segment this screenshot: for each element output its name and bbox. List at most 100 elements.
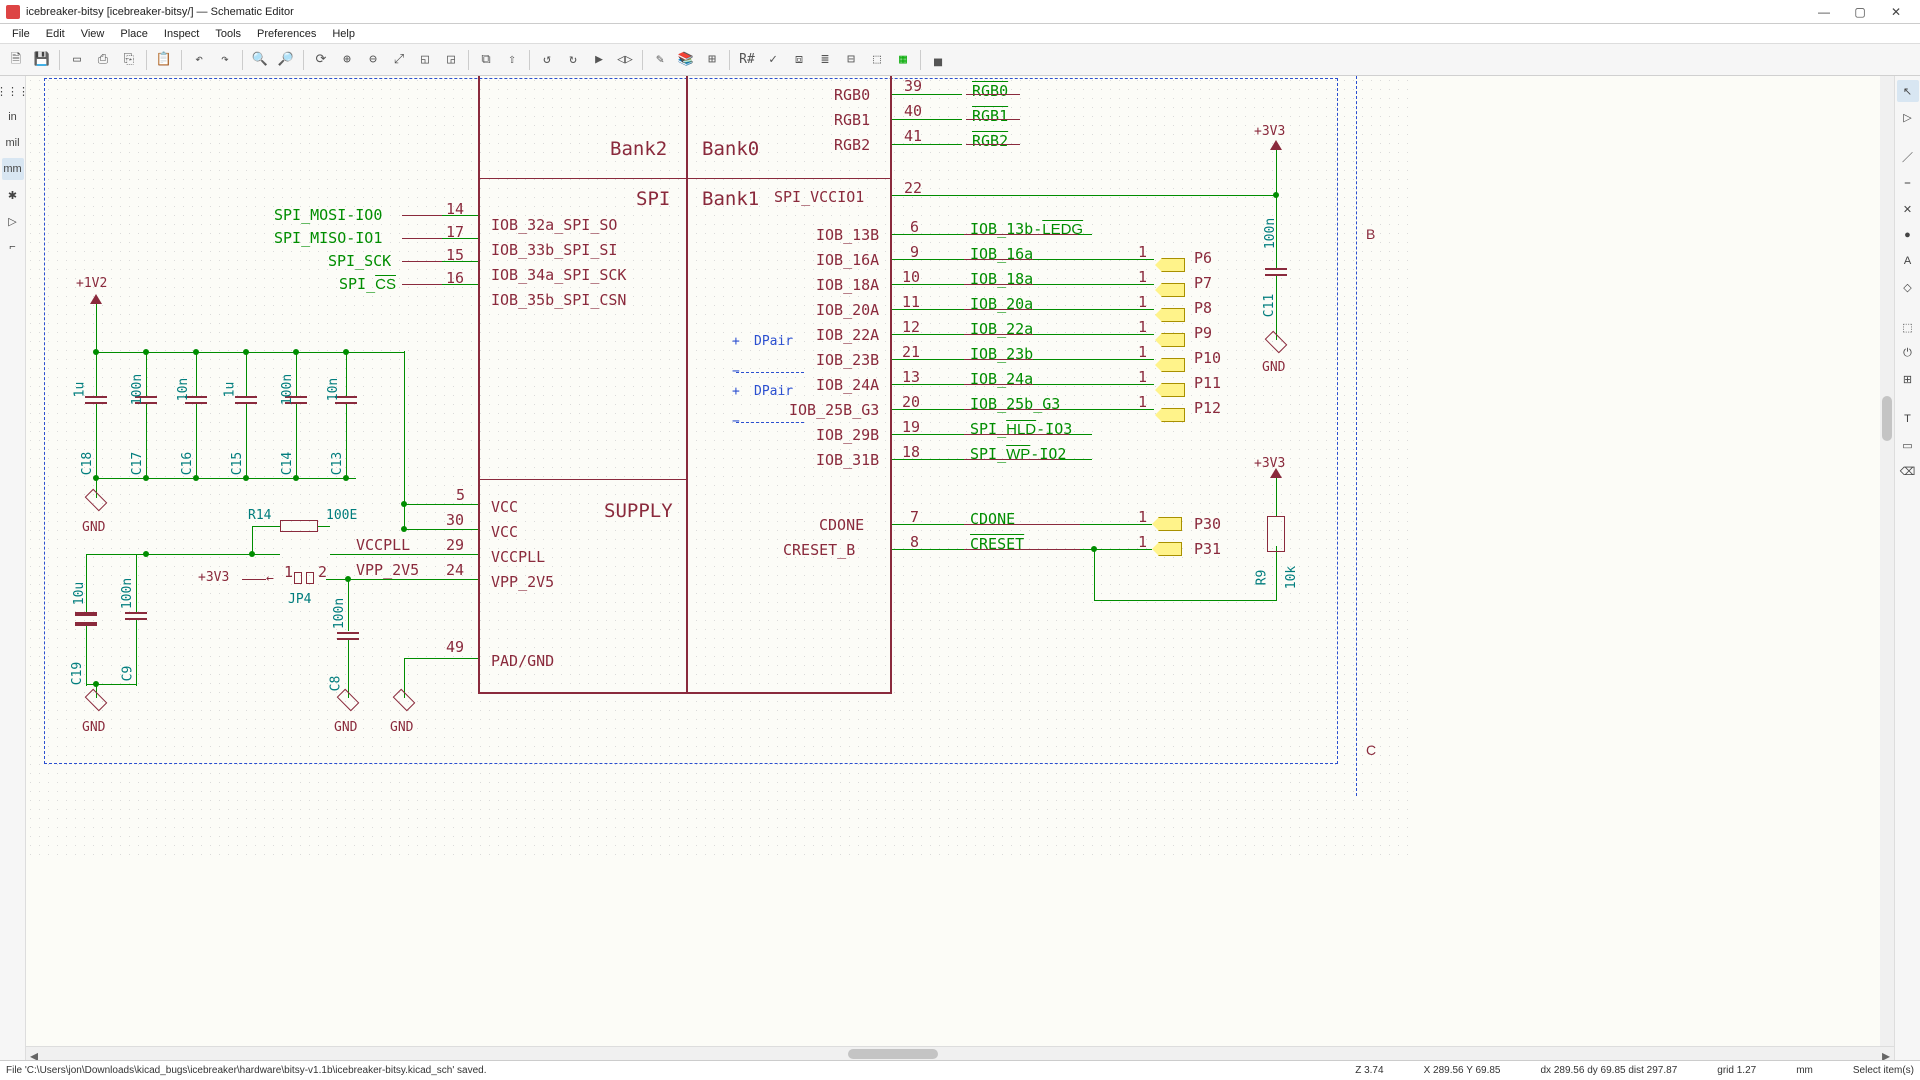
zoom-in-icon[interactable]: ⊕ — [335, 48, 359, 72]
canvas-scroll[interactable]: B C Bank2 Bank0 Bank1 SPI SUPPLY RGB0 RG… — [26, 76, 1894, 1060]
refresh-icon[interactable]: ⟳ — [309, 48, 333, 72]
minimize-button[interactable]: — — [1806, 0, 1842, 24]
r9[interactable] — [1267, 516, 1285, 552]
save-icon[interactable]: 💾 — [30, 48, 54, 72]
bom-export-icon[interactable]: ⬚ — [865, 48, 889, 72]
menu-view[interactable]: View — [73, 26, 113, 42]
units-mil-button[interactable]: mil — [2, 132, 24, 154]
menu-edit[interactable]: Edit — [38, 26, 73, 42]
cursor-style-icon[interactable]: ✱ — [2, 184, 24, 206]
place-hlabel-icon[interactable]: ⬚ — [1897, 316, 1919, 338]
bank1-net: SPI_HLD-IO3 — [970, 420, 1072, 438]
horizontal-scrollbar[interactable]: ◂ ▸ — [26, 1046, 1894, 1060]
undo-icon[interactable]: ↶ — [187, 48, 211, 72]
sym-fields-icon[interactable]: ⊟ — [839, 48, 863, 72]
redo-icon[interactable]: ↷ — [213, 48, 237, 72]
bank1-pin: IOB_16A — [816, 251, 879, 269]
status-message: File 'C:\Users\jon\Downloads\kicad_bugs\… — [6, 1065, 487, 1076]
status-tip: Select item(s) — [1853, 1065, 1914, 1076]
assign-fp-icon[interactable]: ⧈ — [787, 48, 811, 72]
axis-toggle-icon[interactable]: ⌐ — [2, 236, 24, 258]
menu-inspect[interactable]: Inspect — [156, 26, 207, 42]
close-button[interactable]: ✕ — [1878, 0, 1914, 24]
library-browse-icon[interactable]: 📚 — [674, 48, 698, 72]
leave-sheet-icon[interactable]: ⇧ — [500, 48, 524, 72]
paste-icon[interactable]: 📋 — [152, 48, 176, 72]
pcb-icon[interactable]: ▦ — [891, 48, 915, 72]
menu-file[interactable]: File — [4, 26, 38, 42]
bank1-net: IOB_23b — [970, 345, 1033, 363]
bank2-title: Bank2 — [610, 138, 667, 160]
print-icon[interactable]: ⎙ — [91, 48, 115, 72]
place-junction-icon[interactable]: ● — [1897, 224, 1919, 246]
status-dxy: dx 289.56 dy 69.85 dist 297.87 — [1541, 1065, 1678, 1076]
main-toolbar: 🗎 💾 ▭ ⎙ ⎘ 📋 ↶ ↷ 🔍 🔎 ⟳ ⊕ ⊖ ⤢ ◱ ◲ ⧉ ⇧ ↺ ↻ … — [0, 44, 1920, 76]
bank1-title: Bank1 — [702, 188, 759, 210]
bank1-pin: IOB_20A — [816, 301, 879, 319]
zoom-obj-icon[interactable]: ◱ — [413, 48, 437, 72]
place-label-icon[interactable]: A — [1897, 250, 1919, 272]
vcc-3v3-c11 — [1270, 140, 1282, 150]
left-toolbar: ⋮⋮⋮ in mil mm ✱ ▷ ⌐ — [0, 76, 26, 1060]
highlight-net-icon[interactable]: ▷ — [1897, 106, 1919, 128]
run-icon[interactable]: ▶ — [587, 48, 611, 72]
delete-tool-icon[interactable]: ⌫ — [1897, 460, 1919, 482]
status-bar: File 'C:\Users\jon\Downloads\kicad_bugs\… — [0, 1060, 1920, 1080]
rotate-cw-icon[interactable]: ↻ — [561, 48, 585, 72]
maximize-button[interactable]: ▢ — [1842, 0, 1878, 24]
page-frame — [44, 78, 1338, 764]
menu-bar: File Edit View Place Inspect Tools Prefe… — [0, 24, 1920, 44]
units-in-button[interactable]: in — [2, 106, 24, 128]
window-title: icebreaker-bitsy [icebreaker-bitsy/] — S… — [26, 6, 294, 18]
row-label-c: C — [1366, 742, 1430, 758]
footprint-icon[interactable]: ⊞ — [700, 48, 724, 72]
erc-icon[interactable]: ✓ — [761, 48, 785, 72]
mirror-icon[interactable]: ◁▷ — [613, 48, 637, 72]
ic-left — [478, 76, 480, 693]
bank1-net: IOB_24a — [970, 370, 1033, 388]
zoom-out-icon[interactable]: ⊖ — [361, 48, 385, 72]
plot-icon[interactable]: ⎘ — [117, 48, 141, 72]
hidden-pins-icon[interactable]: ▷ — [2, 210, 24, 232]
spi-sck: SPI_SCK — [328, 252, 391, 270]
symbol-editor-icon[interactable]: ✎ — [648, 48, 672, 72]
place-glabel-icon[interactable]: ◇ — [1897, 276, 1919, 298]
grid-toggle-icon[interactable]: ⋮⋮⋮ — [2, 80, 24, 102]
place-bus-icon[interactable]: ⎯ — [1897, 172, 1919, 194]
menu-tools[interactable]: Tools — [207, 26, 249, 42]
zoom-fit-icon[interactable]: ⤢ — [387, 48, 411, 72]
select-tool-icon[interactable]: ↖ — [1897, 80, 1919, 102]
schematic-canvas[interactable]: B C Bank2 Bank0 Bank1 SPI SUPPLY RGB0 RG… — [26, 76, 1416, 856]
app-icon — [6, 5, 20, 19]
place-sheet-icon[interactable]: ⊞ — [1897, 368, 1919, 390]
bank1-net: IOB_25b_G3 — [970, 395, 1060, 413]
work-area: ⋮⋮⋮ in mil mm ✱ ▷ ⌐ B C Bank2 Bank0 B — [0, 76, 1920, 1060]
place-wire-icon[interactable]: ／ — [1897, 146, 1919, 168]
vertical-scrollbar[interactable] — [1880, 76, 1894, 1046]
bank1-pin: IOB_31B — [816, 451, 879, 469]
console-icon[interactable]: ▄ — [926, 48, 950, 72]
find-icon[interactable]: 🔍 — [248, 48, 272, 72]
new-icon[interactable]: 🗎 — [4, 48, 28, 72]
spi-miso: SPI_MISO-IO1 — [274, 229, 382, 247]
bom-icon[interactable]: ≣ — [813, 48, 837, 72]
vcc-1v2 — [90, 294, 102, 304]
place-noconn-icon[interactable]: ✕ — [1897, 198, 1919, 220]
page-settings-icon[interactable]: ▭ — [65, 48, 89, 72]
place-text-icon[interactable]: T — [1897, 408, 1919, 430]
place-power-icon[interactable]: ⏻ — [1897, 342, 1919, 364]
menu-preferences[interactable]: Preferences — [249, 26, 324, 42]
status-xy: X 289.56 Y 69.85 — [1424, 1065, 1501, 1076]
hierarchy-icon[interactable]: ⧉ — [474, 48, 498, 72]
zoom-sel-icon[interactable]: ◲ — [439, 48, 463, 72]
menu-place[interactable]: Place — [112, 26, 156, 42]
menu-help[interactable]: Help — [324, 26, 363, 42]
rotate-ccw-icon[interactable]: ↺ — [535, 48, 559, 72]
annotate-icon[interactable]: R# — [735, 48, 759, 72]
find-replace-icon[interactable]: 🔎 — [274, 48, 298, 72]
units-mm-button[interactable]: mm — [2, 158, 24, 180]
supply-title: SUPPLY — [604, 500, 673, 522]
place-image-icon[interactable]: ▭ — [1897, 434, 1919, 456]
ic-bottom — [478, 692, 892, 694]
r14[interactable] — [280, 520, 318, 532]
